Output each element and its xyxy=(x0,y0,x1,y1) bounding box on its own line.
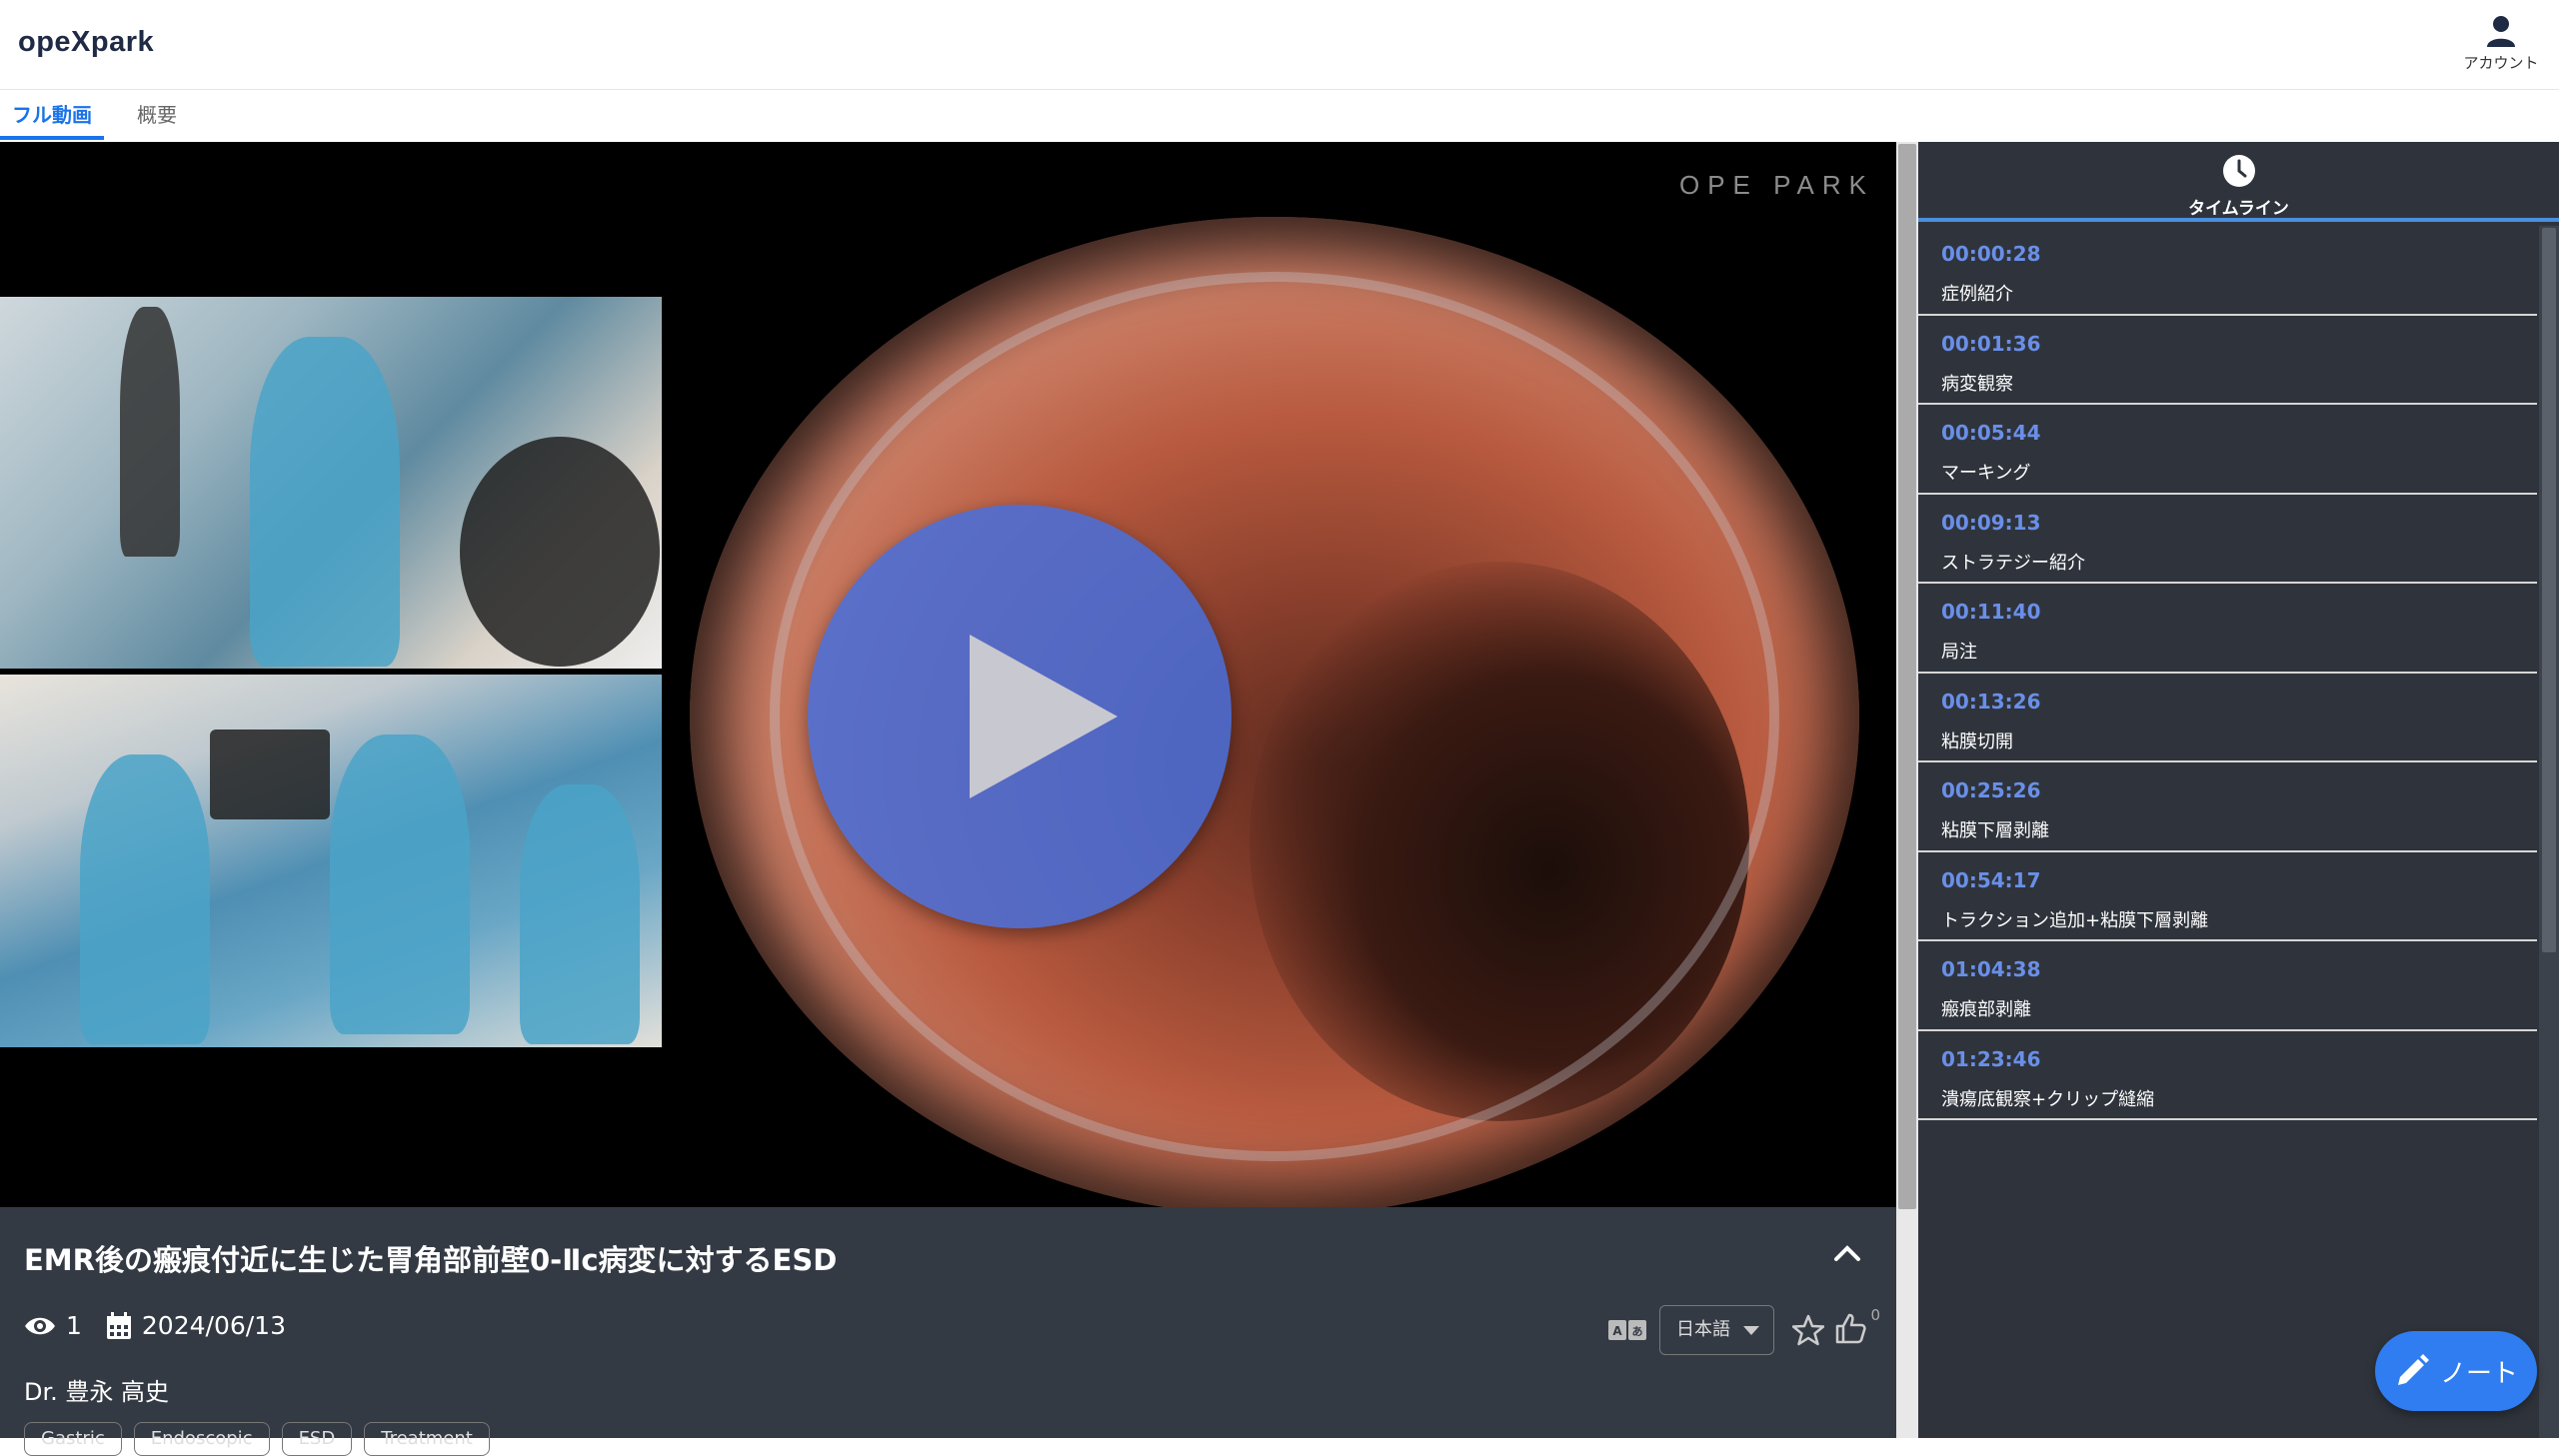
play-button[interactable] xyxy=(808,505,1232,928)
timeline-time: 00:05:44 xyxy=(1941,421,2041,445)
note-button[interactable]: ノート xyxy=(2375,1331,2537,1411)
timeline-time: 00:11:40 xyxy=(1941,600,2041,624)
view-count: 1 xyxy=(66,1311,82,1340)
timeline-item[interactable]: 00:25:26 粘膜下層剥離 xyxy=(1918,762,2537,852)
calendar-icon xyxy=(106,1311,131,1339)
eye-icon xyxy=(25,1317,55,1334)
timeline-panel: タイムライン 00:00:28 症例紹介 00:01:36 病変観察 00:05… xyxy=(1918,142,2559,1438)
timeline-tab[interactable]: タイムライン xyxy=(1918,142,2559,222)
tab-bar: フル動画 概要 xyxy=(0,92,2559,140)
video-author[interactable]: Dr. 豊永 高史 xyxy=(24,1372,169,1407)
like-button[interactable]: 0 xyxy=(1834,1306,1880,1348)
timeline-label: 粘膜切開 xyxy=(1941,730,2013,752)
timeline-scrollbar-thumb[interactable] xyxy=(2542,228,2556,952)
timeline-time: 01:23:46 xyxy=(1941,1046,2041,1071)
clock-icon xyxy=(2222,155,2255,187)
timeline-item[interactable]: 00:00:28 症例紹介 xyxy=(1918,226,2537,316)
pip-camera-bottom xyxy=(0,675,662,1047)
translate-icon[interactable]: A あ xyxy=(1607,1318,1647,1342)
timeline-time: 00:25:26 xyxy=(1941,778,2041,802)
video-info-panel: EMR後の瘢痕付近に生じた胃角部前壁0-Ⅱc病変に対するESD 1 2024/0… xyxy=(0,1207,1896,1456)
note-button-label: ノート xyxy=(2439,1358,2518,1389)
video-player[interactable]: OPE PARK xyxy=(0,142,1896,1207)
svg-text:あ: あ xyxy=(1632,1325,1643,1338)
timeline-label: トラクション追加+粘膜下層剥離 xyxy=(1941,909,2209,931)
video-title: EMR後の瘢痕付近に生じた胃角部前壁0-Ⅱc病変に対するESD xyxy=(24,1243,838,1277)
tag-chip[interactable]: Gastric xyxy=(24,1422,122,1456)
timeline-item[interactable]: 00:13:26 粘膜切開 xyxy=(1918,674,2537,762)
timeline-item[interactable]: 00:11:40 局注 xyxy=(1918,584,2537,674)
timeline-item[interactable]: 01:04:38 瘢痕部剥離 xyxy=(1918,941,2537,1031)
timeline-item[interactable]: 00:09:13 ストラテジー紹介 xyxy=(1918,495,2537,584)
video-tools: A あ 日本語 0 xyxy=(1607,1305,1880,1355)
svg-text:A: A xyxy=(1612,1324,1622,1338)
tag-chip[interactable]: ESD xyxy=(281,1422,353,1456)
timeline-label: 局注 xyxy=(1941,642,1977,663)
page-scrollbar[interactable] xyxy=(1896,142,1918,1438)
tag-list: Gastric Endoscopic ESD Treatment xyxy=(24,1422,490,1456)
collapse-button[interactable] xyxy=(1831,1237,1863,1269)
app-header: opeXpark アカウント xyxy=(0,0,2559,90)
timeline-label: ストラテジー紹介 xyxy=(1941,552,2085,574)
pencil-icon xyxy=(2397,1354,2429,1385)
caret-down-icon xyxy=(1743,1326,1759,1335)
timeline-time: 00:54:17 xyxy=(1941,867,2041,892)
timeline-item[interactable]: 00:54:17 トラクション追加+粘膜下層剥離 xyxy=(1918,852,2537,941)
page-scrollbar-thumb[interactable] xyxy=(1898,144,1916,1209)
timeline-scrollbar[interactable] xyxy=(2539,226,2559,1438)
timeline-label: マーキング xyxy=(1941,463,2031,484)
timeline-time: 00:00:28 xyxy=(1941,242,2041,266)
timeline-label: 病変観察 xyxy=(1941,373,2013,395)
user-icon xyxy=(2487,16,2515,47)
timeline-list: 00:00:28 症例紹介 00:01:36 病変観察 00:05:44 マーキ… xyxy=(1918,226,2537,1120)
timeline-label: 症例紹介 xyxy=(1941,284,2013,305)
tag-chip[interactable]: Treatment xyxy=(364,1422,490,1456)
account-label: アカウント xyxy=(2463,54,2539,72)
chevron-up-icon xyxy=(1834,1245,1860,1261)
timeline-time: 00:09:13 xyxy=(1941,510,2041,535)
timeline-item[interactable]: 01:23:46 潰瘍底観察+クリップ縫縮 xyxy=(1918,1031,2537,1120)
video-meta: 1 2024/06/13 xyxy=(24,1311,286,1340)
language-selected: 日本語 xyxy=(1676,1319,1730,1340)
thumbs-up-icon xyxy=(1835,1313,1866,1344)
star-icon[interactable] xyxy=(1792,1314,1824,1346)
timeline-item[interactable]: 00:05:44 マーキング xyxy=(1918,405,2537,495)
account-button[interactable]: アカウント xyxy=(2461,14,2541,73)
language-select[interactable]: 日本語 xyxy=(1659,1305,1774,1355)
timeline-time: 01:04:38 xyxy=(1941,957,2041,981)
timeline-time: 00:13:26 xyxy=(1941,689,2041,714)
tab-overview[interactable]: 概要 xyxy=(125,92,189,140)
app-logo[interactable]: opeXpark xyxy=(18,26,154,59)
timeline-time: 00:01:36 xyxy=(1941,331,2041,356)
tag-chip[interactable]: Endoscopic xyxy=(133,1422,270,1456)
timeline-label: 潰瘍底観察+クリップ縫縮 xyxy=(1941,1088,2155,1110)
timeline-label: 粘膜下層剥離 xyxy=(1941,820,2049,841)
pip-camera-top xyxy=(0,297,662,669)
timeline-label: 瘢痕部剥離 xyxy=(1941,999,2031,1020)
play-icon xyxy=(970,635,1118,798)
video-watermark: OPE PARK xyxy=(1678,170,1874,200)
upload-date: 2024/06/13 xyxy=(141,1311,286,1340)
tab-full-video[interactable]: フル動画 xyxy=(0,92,104,140)
timeline-item[interactable]: 00:01:36 病変観察 xyxy=(1918,316,2537,405)
like-count: 0 xyxy=(1870,1306,1880,1324)
timeline-header-label: タイムライン xyxy=(2188,199,2289,219)
